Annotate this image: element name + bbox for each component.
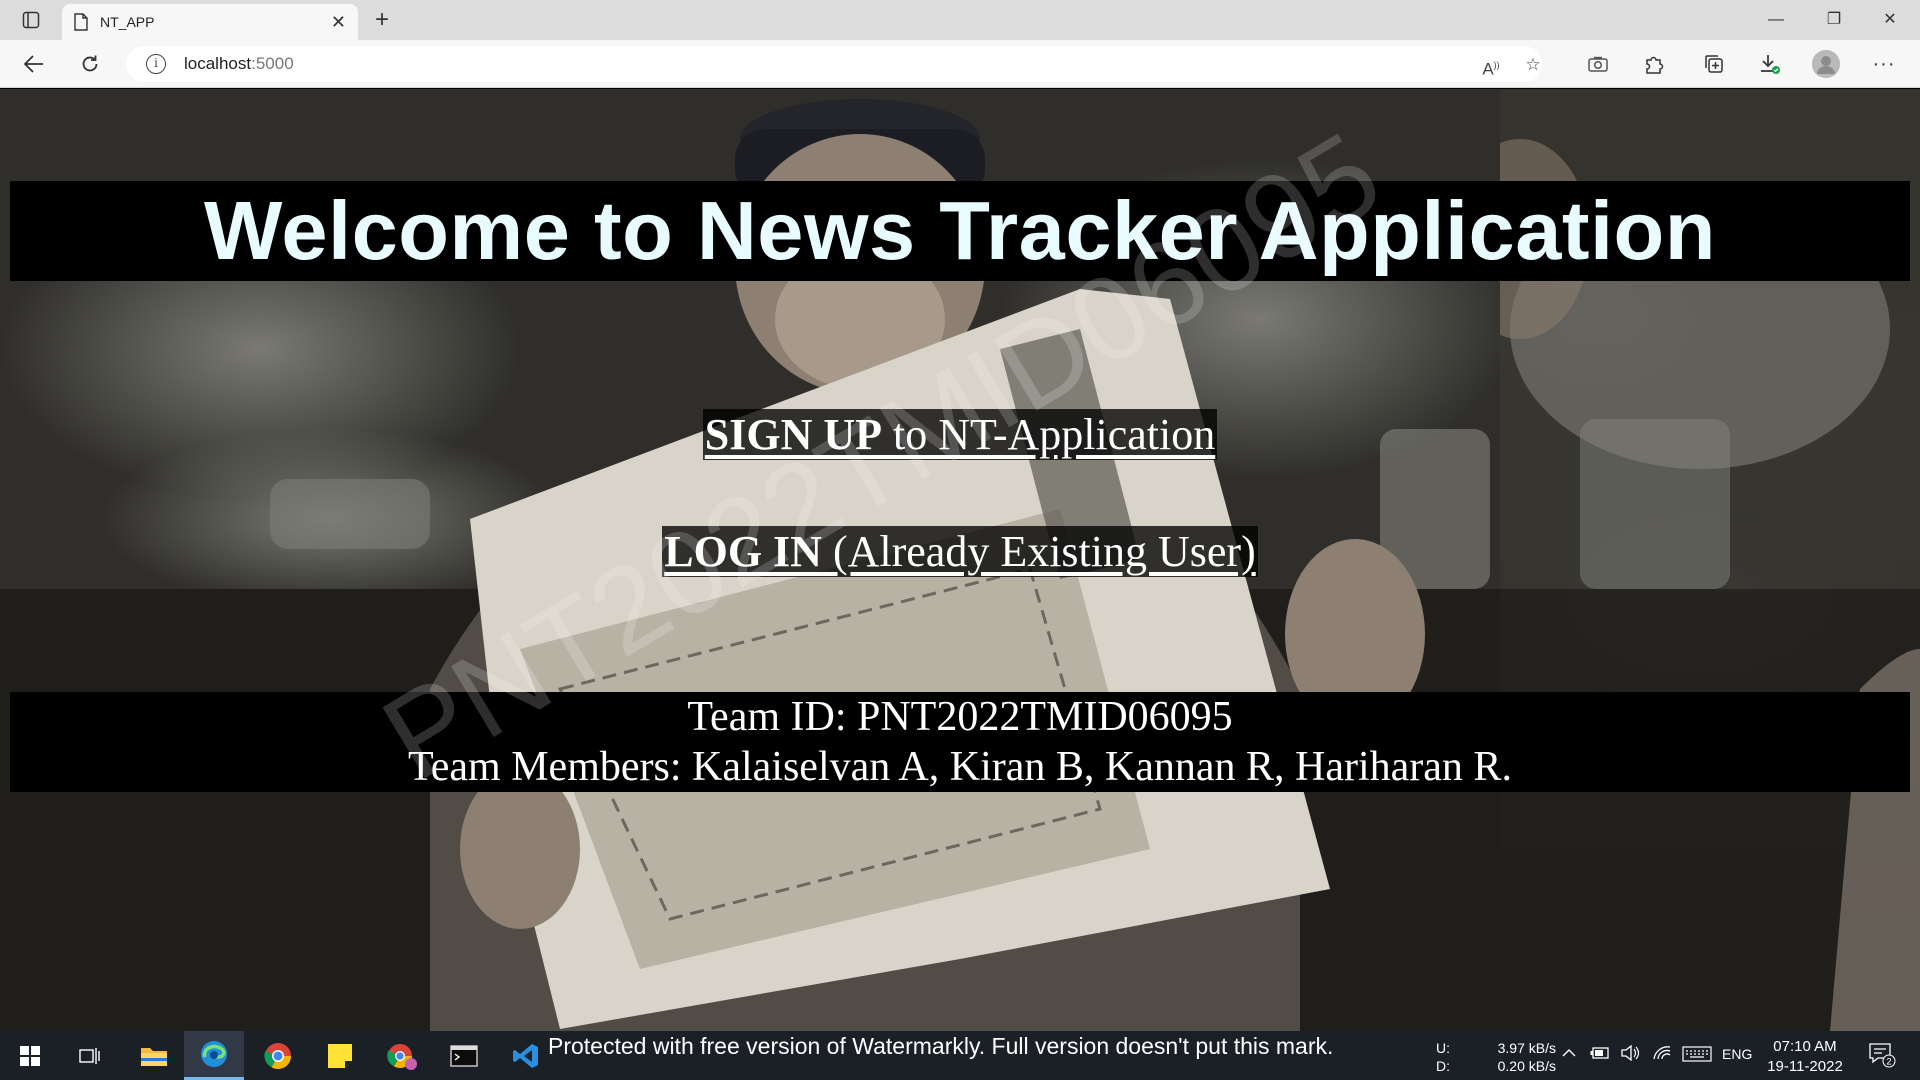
file-explorer-button[interactable]: [124, 1031, 184, 1080]
task-view-button[interactable]: [60, 1031, 120, 1080]
tab-actions-button[interactable]: [14, 8, 48, 32]
puzzle-icon: [1646, 56, 1664, 74]
user-icon: [1812, 50, 1840, 78]
favorite-star-icon[interactable]: ☆: [1522, 54, 1544, 76]
login-row: LOG IN (Already Existing User): [0, 526, 1920, 577]
start-button[interactable]: [0, 1031, 60, 1080]
notification-count: 2: [1886, 1057, 1891, 1067]
team-id: Team ID: PNT2022TMID06095: [687, 694, 1233, 740]
refresh-button[interactable]: [74, 48, 106, 80]
network-speed-values: 3.97 kB/s 0.20 kB/s: [1490, 1039, 1556, 1075]
url-host: localhost: [184, 54, 252, 73]
signup-link[interactable]: SIGN UP to NT-Application: [705, 410, 1215, 459]
collections-icon: [1705, 55, 1723, 73]
notification-center-button[interactable]: 2: [1868, 1041, 1896, 1072]
team-info-banner: Team ID: PNT2022TMID06095 Team Members: …: [10, 692, 1910, 792]
download-icon: [1761, 55, 1780, 74]
url-text: localhost:5000: [184, 54, 294, 74]
chrome-profile-icon: [387, 1043, 417, 1070]
system-clock[interactable]: 07:10 AM 19-11-2022: [1760, 1037, 1850, 1077]
back-arrow-icon: [24, 55, 43, 73]
windows-taskbar: Protected with free version of Watermark…: [0, 1031, 1920, 1080]
volume-icon[interactable]: [1620, 1044, 1640, 1064]
tab-title: NT_APP: [100, 14, 155, 30]
browser-tab[interactable]: NT_APP ✕: [62, 4, 358, 40]
settings-more-button[interactable]: ···: [1868, 48, 1900, 80]
close-window-button[interactable]: ✕: [1868, 6, 1912, 34]
page-icon: [74, 13, 88, 31]
address-bar[interactable]: i localhost:5000 A)) ☆: [126, 46, 1542, 82]
chrome-icon: [264, 1042, 292, 1069]
close-tab-icon[interactable]: ✕: [331, 12, 346, 33]
watermark-notice: Protected with free version of Watermark…: [548, 1033, 1334, 1059]
edge-taskbar-button[interactable]: [184, 1031, 244, 1080]
download-label: D:: [1436, 1058, 1450, 1074]
refresh-icon: [82, 55, 98, 72]
notification-icon: 2: [1869, 1043, 1896, 1068]
signup-link-rest: to NT-Application: [882, 410, 1216, 459]
clock-time: 07:10 AM: [1773, 1038, 1837, 1055]
login-link-rest: (Already Existing User): [821, 527, 1256, 576]
upload-label: U:: [1436, 1040, 1450, 1056]
network-speed-labels: U: D:: [1436, 1039, 1450, 1075]
browser-nav-bar: i localhost:5000 A)) ☆ ···: [0, 40, 1920, 88]
minimize-button[interactable]: —: [1754, 6, 1798, 34]
login-link[interactable]: LOG IN (Already Existing User): [664, 527, 1255, 576]
sticky-note-icon: [328, 1043, 352, 1068]
folder-icon: [141, 1047, 167, 1066]
camera-icon: [1588, 56, 1608, 72]
language-indicator[interactable]: ENG: [1722, 1046, 1752, 1062]
windows-logo-icon: [20, 1045, 40, 1066]
clock-date: 19-11-2022: [1767, 1058, 1843, 1075]
chrome-taskbar-button[interactable]: [248, 1031, 308, 1080]
login-link-strong: LOG IN: [664, 527, 822, 576]
signup-link-wrapper: SIGN UP to NT-Application: [702, 409, 1218, 460]
keyboard-icon[interactable]: [1682, 1046, 1712, 1065]
vscode-button[interactable]: [496, 1031, 556, 1080]
browser-tab-bar: NT_APP ✕ + — ❐ ✕: [0, 0, 1920, 40]
upload-speed: 3.97 kB/s: [1497, 1040, 1556, 1056]
edge-icon: [201, 1041, 227, 1067]
profile-avatar[interactable]: [1812, 50, 1840, 78]
extensions-button[interactable]: [1638, 48, 1670, 80]
chrome-profile-button[interactable]: [372, 1031, 432, 1080]
screenshot-button[interactable]: [1582, 48, 1614, 80]
page-title: Welcome to News Tracker Application: [204, 184, 1716, 277]
wifi-icon[interactable]: [1652, 1045, 1672, 1064]
page-content: Welcome to News Tracker Application SIGN…: [0, 89, 1920, 1031]
downloads-button[interactable]: [1754, 48, 1786, 80]
login-link-wrapper: LOG IN (Already Existing User): [662, 526, 1258, 577]
welcome-banner: Welcome to News Tracker Application: [10, 181, 1910, 281]
sticky-notes-button[interactable]: [310, 1031, 370, 1080]
site-info-icon[interactable]: i: [146, 54, 166, 74]
collections-button[interactable]: [1698, 48, 1730, 80]
vscode-icon: [513, 1043, 538, 1068]
signup-link-strong: SIGN UP: [704, 410, 882, 459]
read-aloud-icon[interactable]: A)): [1480, 54, 1502, 79]
back-button[interactable]: [18, 48, 50, 80]
download-speed: 0.20 kB/s: [1497, 1058, 1556, 1074]
team-members: Team Members: Kalaiselvan A, Kiran B, Ka…: [408, 744, 1512, 790]
signup-row: SIGN UP to NT-Application: [0, 409, 1920, 460]
battery-icon[interactable]: [1590, 1046, 1610, 1063]
tab-actions-icon: [22, 11, 40, 29]
terminal-button[interactable]: [434, 1031, 494, 1080]
task-view-icon: [79, 1047, 100, 1064]
terminal-icon: [450, 1044, 478, 1067]
url-port: :5000: [251, 54, 294, 73]
show-hidden-icons-icon[interactable]: [1562, 1045, 1576, 1061]
new-tab-button[interactable]: +: [368, 6, 396, 34]
restore-button[interactable]: ❐: [1812, 6, 1856, 34]
